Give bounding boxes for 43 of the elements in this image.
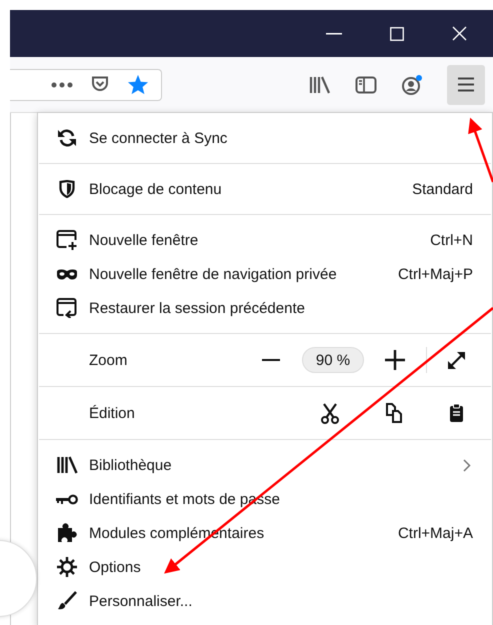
menu-item[interactable]: Personnaliser... [38, 584, 492, 618]
plus-icon [385, 350, 405, 370]
menu-item[interactable]: Restaurer la session précédente [38, 291, 492, 325]
address-bar[interactable] [10, 68, 162, 100]
menu-item[interactable]: Nouvelle fenêtre de navigation privée Ctrl+Maj+P [38, 257, 492, 291]
shortcut-text: Standard [412, 180, 473, 198]
new-window-icon [56, 230, 78, 250]
sync-icon [56, 129, 78, 147]
annotation-arrow [468, 118, 493, 182]
menu-item[interactable]: Options [38, 550, 492, 584]
zoom-label: Zoom [89, 352, 128, 368]
account-icon[interactable] [401, 74, 423, 94]
shortcut-text: Ctrl+Maj+P [398, 266, 473, 282]
menu-button[interactable] [447, 64, 485, 104]
clipboard-icon [448, 403, 464, 423]
zoom-reset-button[interactable]: 90 % [302, 347, 364, 373]
copy-icon [384, 403, 402, 423]
scissors-icon [321, 402, 339, 424]
key-icon [56, 494, 78, 504]
brush-icon [56, 591, 78, 611]
edit-label: Édition [89, 404, 135, 422]
restore-window-icon [56, 298, 78, 318]
menu-item[interactable]: Nouvelle fenêtre Ctrl+N [38, 223, 492, 257]
star-icon[interactable] [127, 74, 149, 95]
minus-icon [262, 359, 280, 361]
settings-icon [56, 557, 78, 577]
puzzle-piece-icon [56, 523, 78, 543]
more-icon[interactable] [51, 82, 73, 88]
pocket-icon[interactable] [91, 76, 109, 93]
maximize-icon[interactable] [390, 26, 404, 40]
close-icon[interactable] [452, 26, 467, 41]
sidebar-icon[interactable] [355, 76, 377, 94]
menu-item[interactable]: Se connecter à Sync [38, 121, 492, 155]
minimize-icon[interactable] [326, 32, 342, 34]
expand-icon [446, 350, 466, 370]
library-icon[interactable] [309, 76, 331, 94]
menu-item[interactable]: Bibliothèque [38, 448, 492, 482]
menu-icon [457, 77, 475, 92]
shortcut-text: Ctrl+Maj+A [398, 524, 473, 542]
menu-item[interactable]: Blocage de contenu Standard [38, 172, 492, 206]
mask-icon [56, 268, 78, 280]
library-icon [56, 456, 78, 474]
shortcut-text: Ctrl+N [430, 232, 473, 248]
